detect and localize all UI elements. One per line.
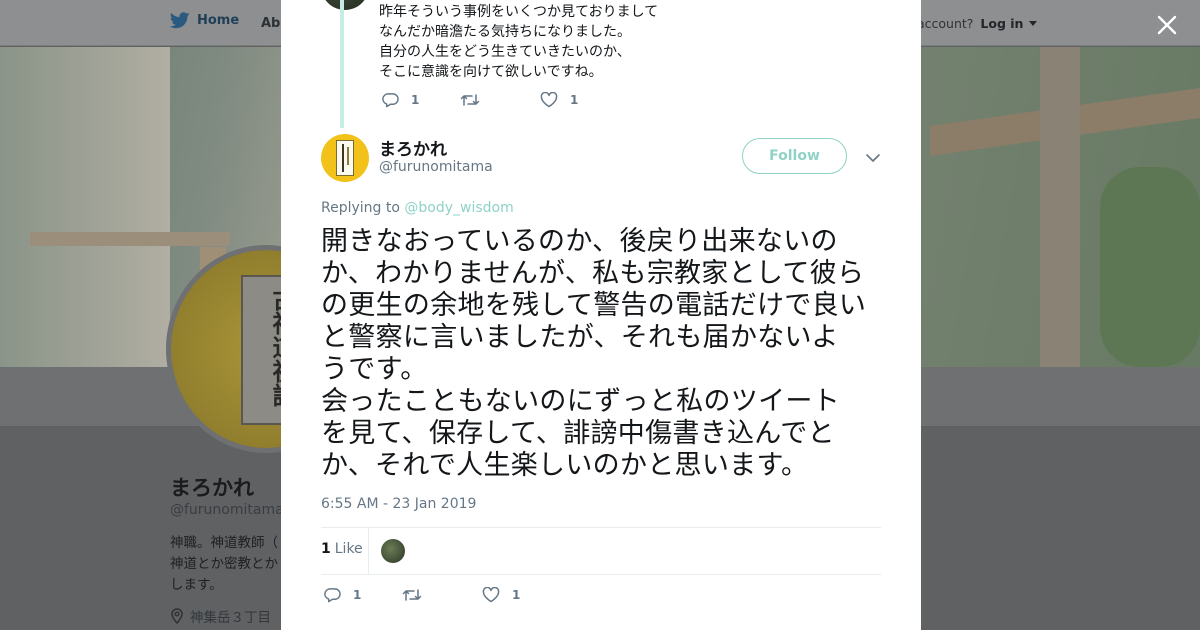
retweet-button[interactable] (460, 93, 502, 107)
like-count: 1 (512, 588, 521, 602)
likes-stat[interactable]: 1 Like (321, 541, 363, 557)
nav-home-label: Home (197, 13, 240, 28)
tweet-line: か、わかりませんが、私も宗教家として彼ら (321, 258, 865, 289)
caret-down-icon (1029, 21, 1038, 26)
nav-login[interactable]: account? Log in (917, 16, 1038, 31)
location-pin-icon (171, 608, 183, 624)
divider (321, 527, 881, 528)
avatar-label-graphic (336, 140, 354, 176)
replying-to: Replying to @body_wisdom (321, 200, 514, 216)
reply-icon (324, 588, 341, 603)
tweet-line: 開きなおっているのか、後戻り出来ないの (321, 226, 838, 257)
twitter-bird-icon (170, 12, 190, 29)
heart-icon (540, 92, 558, 108)
likes-number: 1 (321, 541, 331, 557)
replying-to-link[interactable]: @body_wisdom (404, 200, 513, 216)
login-link[interactable]: Log in (980, 16, 1023, 31)
follow-button[interactable]: Follow (742, 138, 847, 174)
profile-location: 神集岳３丁目 (170, 606, 271, 626)
tweet-modal: 昨年そういう事例をいくつか見ておりまして なんだか暗澹たる気持ちになりました。 … (281, 0, 921, 630)
likes-label: Like (334, 541, 363, 557)
bio-line: します。 (170, 577, 223, 593)
prev-tweet-avatar[interactable] (321, 0, 369, 10)
tweet-line: を見て、保存して、誹謗中傷書き込んでと (321, 418, 835, 449)
retweet-button[interactable] (402, 588, 444, 602)
profile-handle: @furunomitama (170, 502, 284, 518)
replying-prefix: Replying to (321, 200, 400, 216)
reply-count: 1 (353, 588, 362, 602)
like-button[interactable]: 1 (482, 587, 520, 603)
thread-connector-line (340, 0, 344, 128)
reply-icon (382, 93, 399, 108)
bio-line: 神職。神道教師（ (170, 535, 278, 551)
tweet-author-name[interactable]: まろかれ (379, 135, 447, 160)
prev-tweet-line: 自分の人生をどう生きていきたいのか、 (379, 44, 631, 60)
nav-home-link[interactable]: Home (170, 12, 239, 29)
retweet-icon (402, 589, 422, 601)
tweet-author-avatar[interactable] (321, 134, 369, 182)
tweet-author-handle[interactable]: @furunomitama (379, 159, 493, 175)
reply-count: 1 (411, 93, 420, 107)
bio-line: 神道とか密教とか (170, 556, 278, 572)
tweet-menu-button[interactable] (865, 150, 881, 164)
banner-beam (30, 232, 230, 246)
tweet-line: うです。 (321, 354, 428, 385)
heart-icon (482, 587, 500, 603)
divider (321, 574, 881, 575)
profile-bio: 神職。神道教師（ 神道とか密教とか します。 (170, 533, 280, 596)
tweet-text: 開きなおっているのか、後戻り出来ないの か、わかりませんが、私も宗教家として彼ら… (321, 226, 887, 482)
tweet-line: の更生の余地を残して警告の電話だけで良い (321, 290, 867, 321)
reply-button[interactable]: 1 (382, 92, 422, 108)
close-button[interactable] (1152, 10, 1182, 40)
stats-vertical-divider (368, 528, 369, 574)
location-text: 神集岳３丁目 (190, 610, 271, 626)
close-icon (1157, 15, 1177, 35)
tweet-line: と警察に言いましたが、それも届かないよ (321, 322, 839, 353)
like-button[interactable]: 1 (540, 92, 578, 108)
liker-avatar[interactable] (381, 539, 405, 563)
prev-tweet-line: なんだか暗澹たる気持ちになりました。 (379, 24, 631, 40)
like-count: 1 (570, 93, 579, 107)
prev-tweet-text: 昨年そういう事例をいくつか見ておりまして なんだか暗澹たる気持ちになりました。 … (379, 2, 879, 82)
banner-foliage (1100, 167, 1200, 367)
tweet-line: 会ったこともないのにずっと私のツイート (321, 386, 840, 417)
retweet-icon (460, 94, 480, 106)
prev-tweet-line: 昨年そういう事例をいくつか見ておりまして (379, 4, 659, 20)
tweet-line: か、それで人生楽しいのかと思います。 (321, 450, 809, 481)
tweet-timestamp[interactable]: 6:55 AM - 23 Jan 2019 (321, 496, 476, 512)
profile-name: まろかれ (170, 476, 254, 500)
banner-tree (1040, 47, 1080, 367)
prev-tweet-actions: 1 1 (382, 92, 616, 108)
tweet-actions: 1 1 (324, 587, 558, 603)
banner-shrine-gate (0, 47, 170, 367)
reply-button[interactable]: 1 (324, 587, 364, 603)
prev-tweet-line: そこに意識を向けて欲しいですね。 (379, 64, 603, 80)
account-prompt: account? (917, 16, 974, 31)
chevron-down-icon (866, 154, 880, 162)
